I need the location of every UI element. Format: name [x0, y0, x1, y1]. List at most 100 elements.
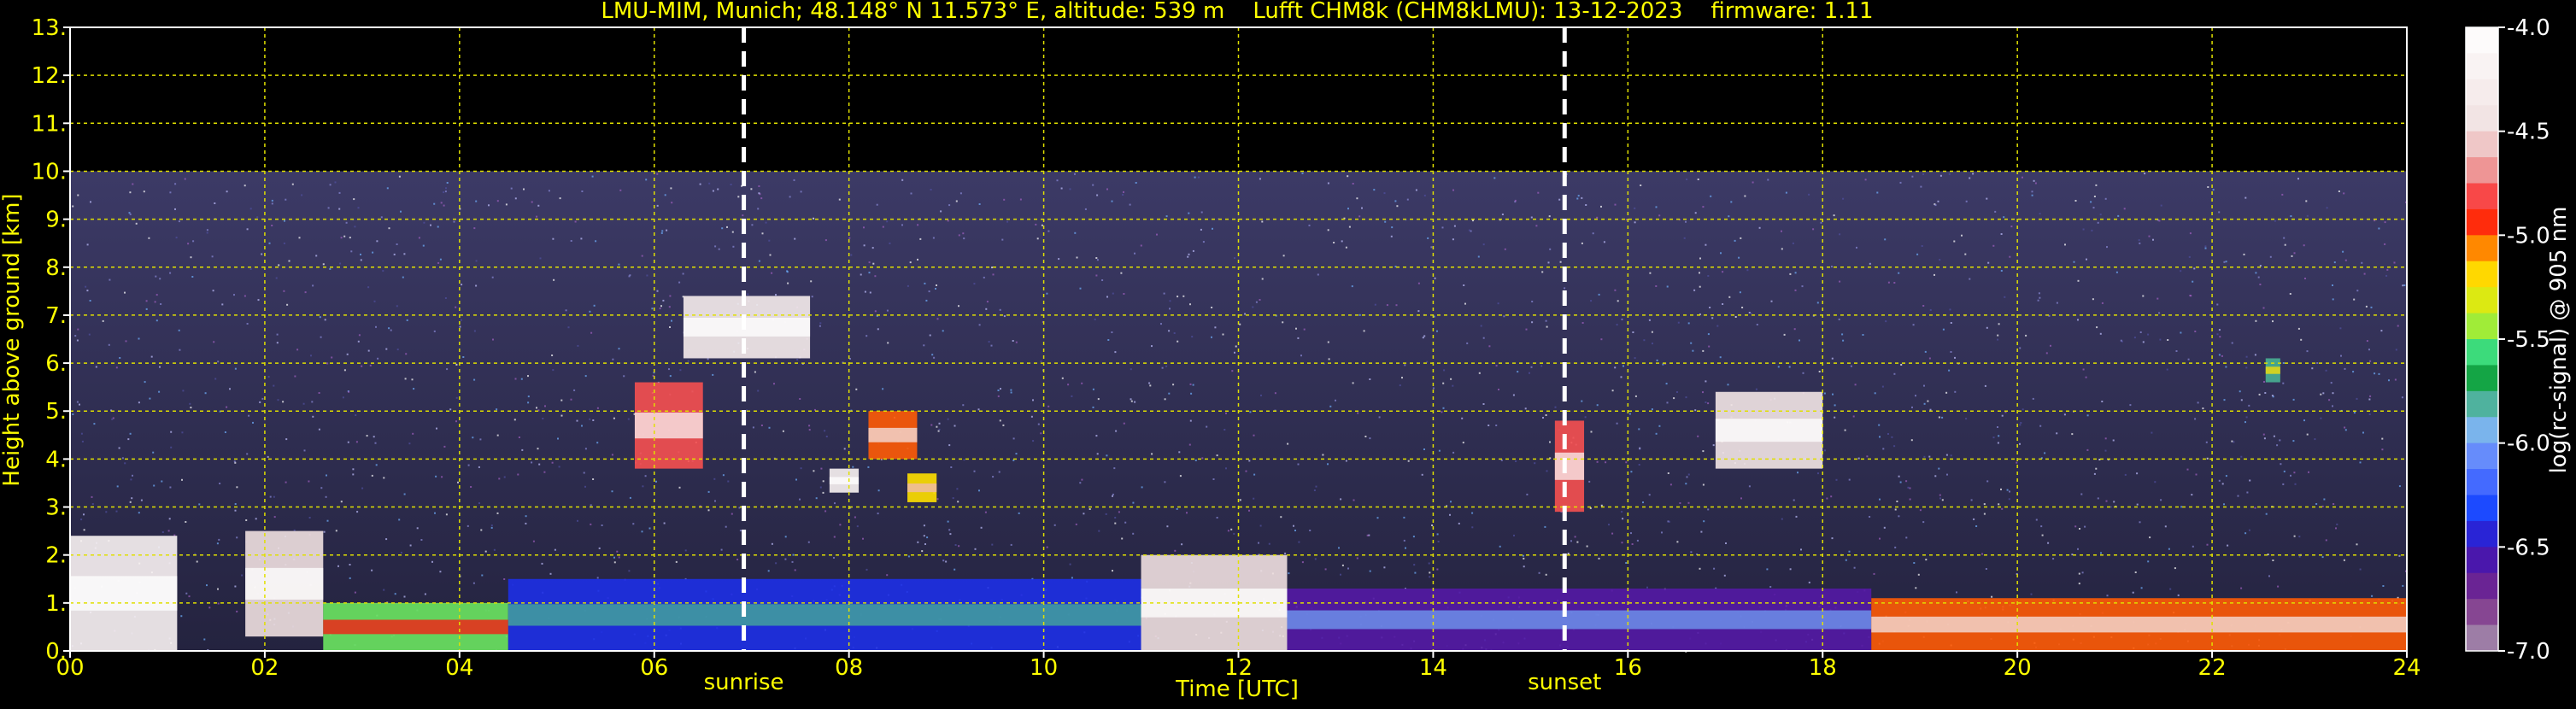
noise-speckle [2398, 485, 2401, 488]
y-tick-label: 11. [32, 111, 67, 137]
noise-speckle [1179, 475, 1182, 478]
noise-speckle [439, 571, 442, 573]
noise-speckle [331, 356, 333, 359]
noise-speckle [646, 274, 648, 277]
noise-speckle [382, 270, 384, 272]
noise-speckle [2362, 431, 2364, 434]
noise-speckle [2133, 337, 2136, 339]
noise-speckle [383, 589, 385, 591]
noise-speckle [2212, 189, 2215, 191]
noise-speckle [178, 329, 180, 331]
noise-speckle [1834, 416, 1836, 419]
noise-speckle [1922, 173, 1925, 175]
noise-speckle [291, 183, 294, 185]
noise-speckle [1358, 215, 1361, 218]
noise-speckle [536, 215, 538, 218]
noise-speckle [1789, 568, 1792, 571]
noise-speckle [856, 525, 859, 528]
noise-speckle [750, 188, 753, 190]
noise-speckle [1403, 539, 1405, 542]
noise-speckle [1363, 330, 1365, 332]
noise-speckle [234, 503, 237, 505]
noise-speckle [1986, 480, 1989, 483]
noise-speckle [1719, 356, 1722, 359]
noise-speckle [211, 255, 214, 258]
noise-speckle [127, 438, 130, 441]
noise-speckle [86, 243, 89, 246]
noise-speckle [152, 451, 155, 454]
noise-speckle [1581, 242, 1583, 244]
noise-speckle [924, 282, 926, 284]
noise-speckle [490, 524, 493, 527]
noise-speckle [1854, 384, 1857, 386]
noise-speckle [174, 208, 176, 210]
colorbar-segment [2466, 157, 2498, 184]
noise-speckle [2289, 293, 2291, 295]
noise-speckle [1081, 478, 1083, 481]
noise-speckle [182, 390, 185, 392]
noise-speckle [1441, 411, 1443, 413]
noise-speckle [1366, 534, 1369, 536]
noise-speckle [276, 333, 279, 336]
noise-speckle [169, 486, 172, 489]
noise-speckle [1835, 478, 1838, 481]
noise-speckle [2110, 506, 2112, 508]
noise-speckle [2142, 341, 2145, 343]
colorbar-segment [2466, 131, 2498, 158]
noise-speckle [1504, 248, 1506, 250]
noise-speckle [584, 485, 586, 488]
noise-speckle [2388, 379, 2390, 382]
noise-speckle [1105, 513, 1107, 515]
noise-speckle [1412, 536, 1415, 538]
noise-speckle [1322, 454, 1324, 456]
noise-speckle [322, 263, 325, 266]
noise-speckle [1351, 285, 1353, 288]
noise-speckle [1616, 422, 1618, 425]
noise-speckle [874, 275, 877, 278]
noise-speckle [2082, 368, 2085, 371]
noise-speckle [453, 220, 455, 223]
noise-speckle [1452, 451, 1455, 454]
x-tick-label: 02 [250, 655, 279, 681]
noise-speckle [1046, 292, 1048, 295]
noise-speckle [1071, 577, 1073, 579]
noise-speckle [771, 272, 773, 274]
noise-speckle [2304, 278, 2306, 279]
noise-speckle [2003, 216, 2005, 219]
noise-speckle [1000, 388, 1001, 390]
noise-speckle [1549, 248, 1552, 250]
noise-speckle [1169, 308, 1171, 310]
noise-speckle [1165, 215, 1168, 218]
noise-speckle [1414, 571, 1417, 574]
noise-speckle [95, 366, 97, 368]
noise-speckle [1862, 334, 1864, 336]
noise-speckle [1666, 401, 1669, 404]
noise-speckle [1639, 447, 1641, 449]
noise-speckle [1345, 460, 1347, 462]
noise-speckle [1449, 513, 1451, 516]
noise-speckle [88, 333, 91, 336]
noise-speckle [298, 237, 301, 239]
noise-speckle [1818, 371, 1821, 372]
noise-speckle [1620, 376, 1622, 378]
noise-speckle [1899, 181, 1902, 184]
noise-speckle [1945, 391, 1948, 394]
noise-speckle [1120, 272, 1123, 274]
noise-speckle [2338, 190, 2340, 192]
noise-speckle [1596, 216, 1599, 219]
noise-speckle [129, 191, 132, 194]
noise-speckle [149, 397, 151, 400]
noise-speckle [1651, 331, 1653, 333]
noise-speckle [367, 349, 370, 352]
noise-speckle [198, 503, 201, 506]
noise-speckle [423, 221, 425, 224]
noise-speckle [2262, 307, 2265, 309]
noise-speckle [1887, 433, 1889, 435]
noise-speckle [2294, 483, 2297, 485]
noise-speckle [1649, 272, 1652, 274]
noise-speckle [1249, 411, 1252, 413]
noise-speckle [1174, 549, 1177, 552]
noise-speckle [1198, 176, 1200, 179]
noise-speckle [2129, 404, 2132, 407]
noise-speckle [1132, 532, 1135, 535]
